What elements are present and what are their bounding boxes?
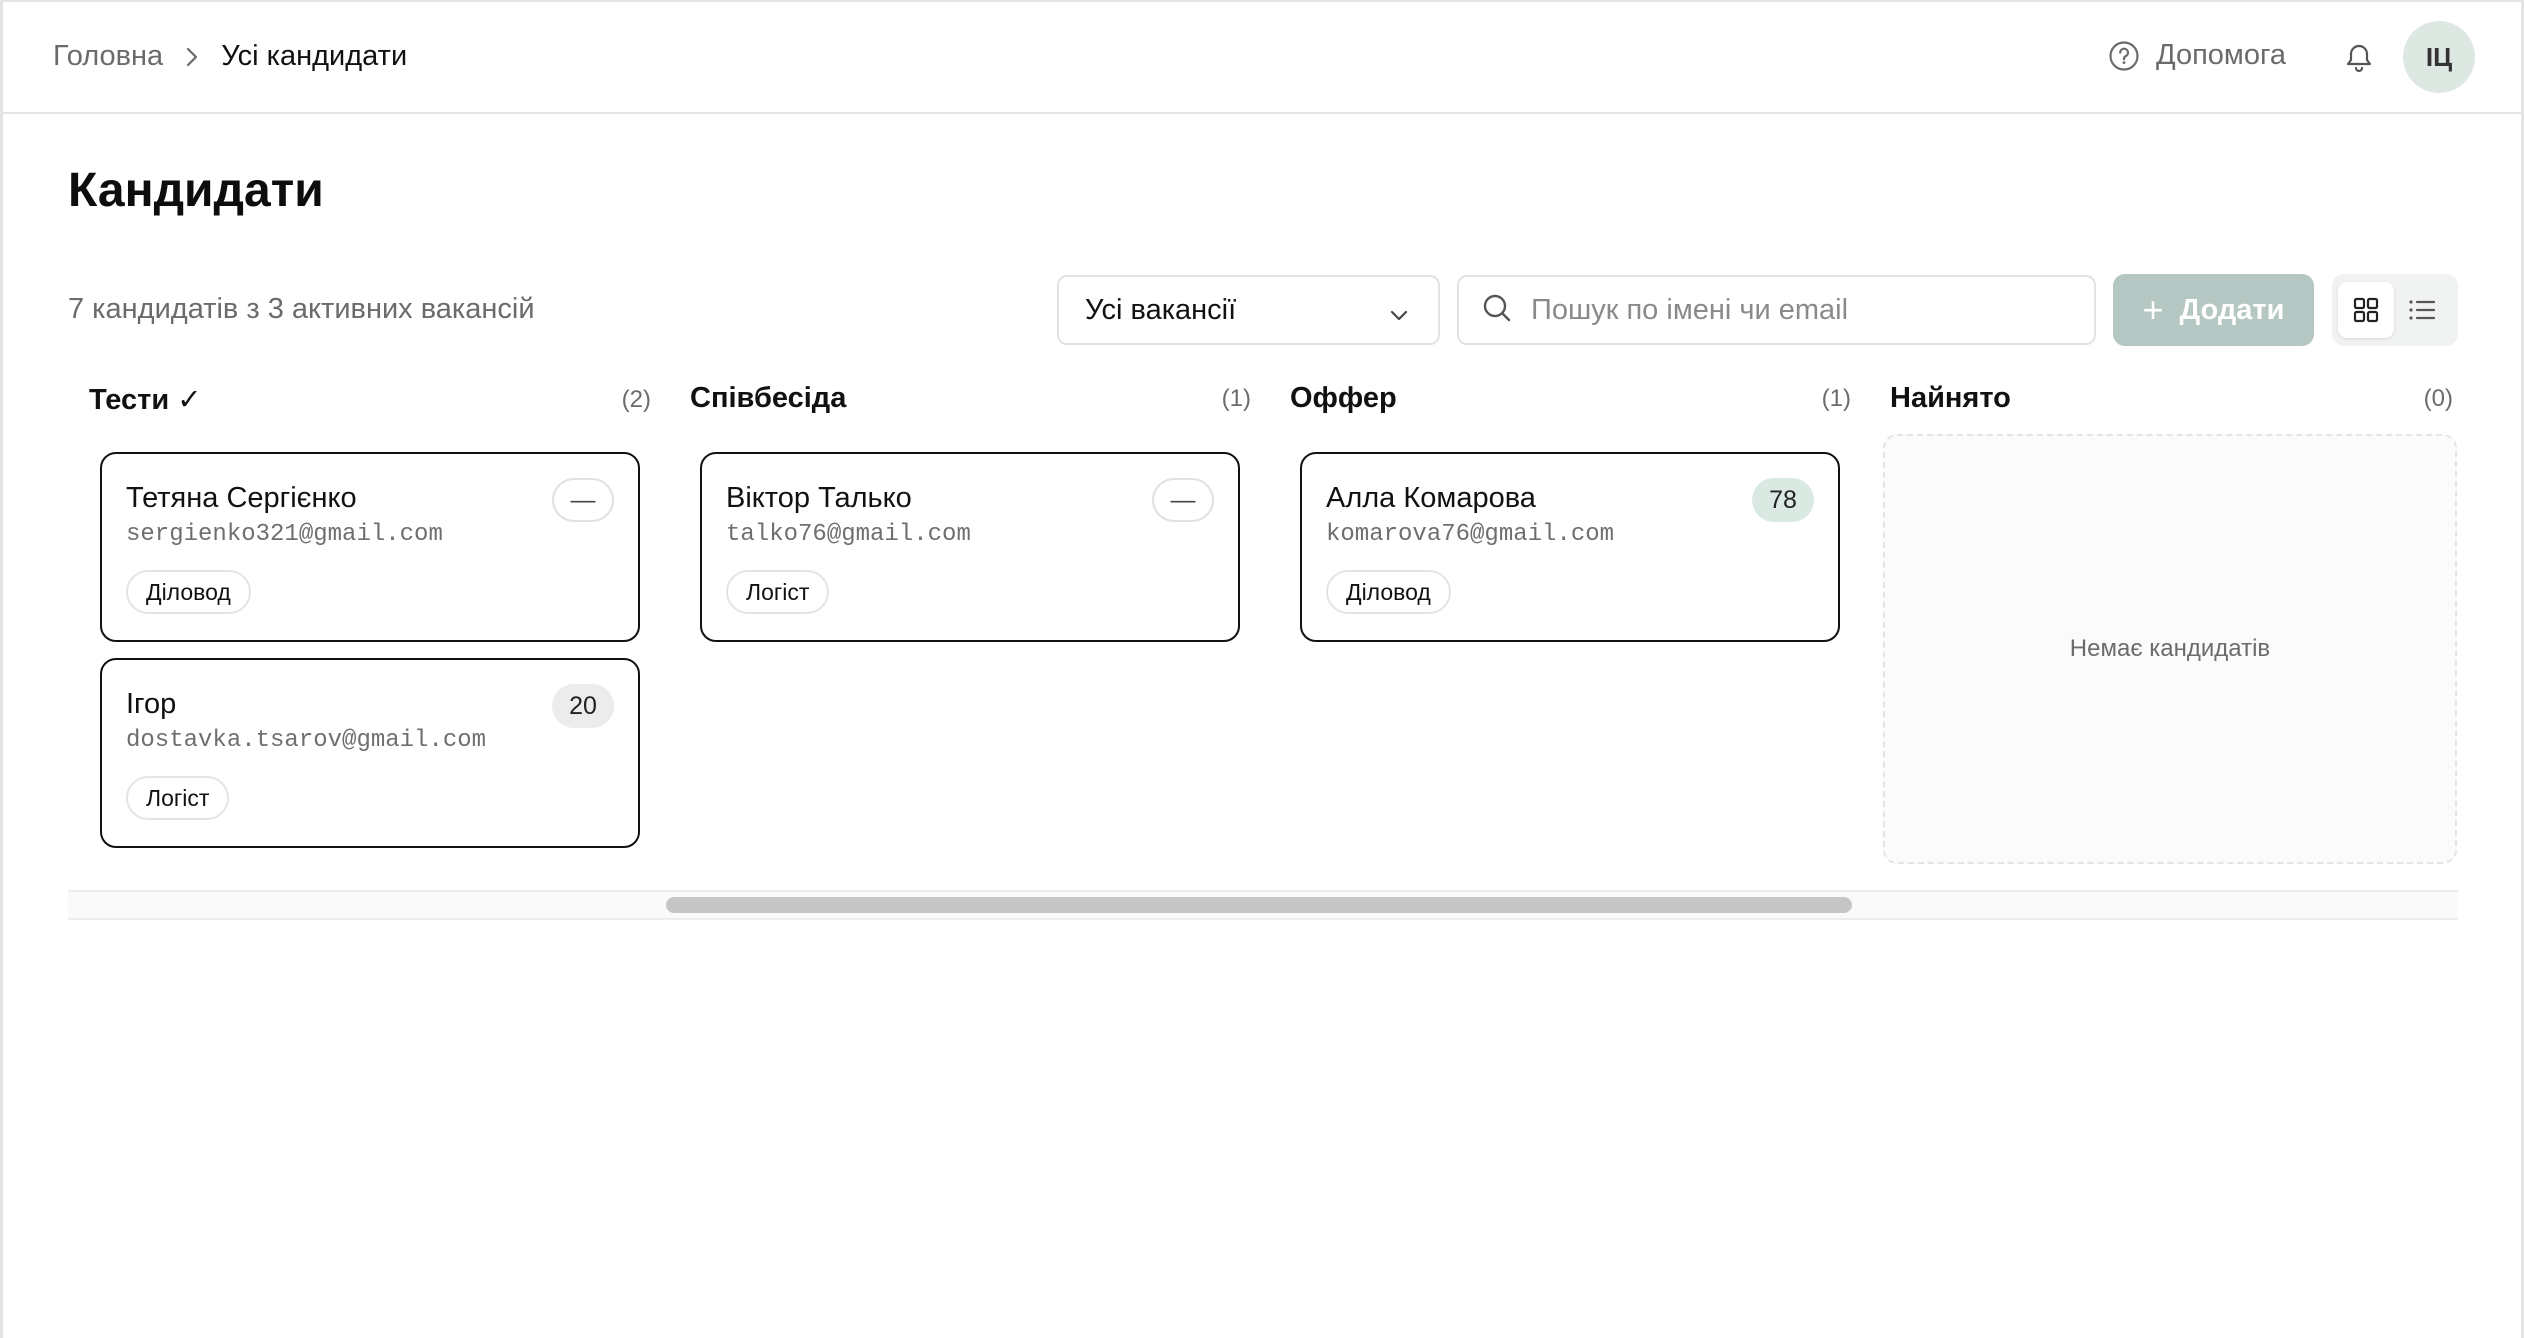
candidates-summary: 7 кандидатів з 3 активних вакансій: [68, 293, 535, 325]
vacancy-tag: Діловод: [1326, 570, 1451, 614]
grid-icon: [2353, 297, 2379, 323]
add-candidate-button[interactable]: + Додати: [2113, 274, 2314, 346]
help-label: Допомога: [2156, 39, 2287, 71]
vacancy-filter-value: Усі вакансії: [1085, 293, 1237, 326]
column-title: Співбесіда: [690, 382, 847, 414]
add-button-label: Додати: [2179, 293, 2285, 326]
vacancy-tag: Діловод: [126, 570, 251, 614]
horizontal-scrollbar-thumb[interactable]: [666, 897, 1852, 913]
candidate-name: Ігор: [126, 688, 177, 720]
help-link[interactable]: Допомога: [2108, 39, 2286, 72]
candidate-name: Віктор Талько: [726, 482, 912, 514]
search-input[interactable]: [1531, 293, 2071, 327]
column-count: (2): [621, 385, 651, 413]
help-circle-icon: [2109, 40, 2139, 71]
column-count: (1): [1221, 384, 1251, 412]
candidate-name: Тетяна Сергієнко: [126, 482, 357, 514]
candidate-email: dostavka.tsarov@gmail.com: [126, 727, 487, 754]
view-mode-toggle: [2332, 274, 2458, 346]
breadcrumb-current: Усі кандидати: [221, 40, 408, 72]
list-view-button[interactable]: [2394, 282, 2450, 338]
column-title: Тести ✓: [89, 384, 202, 416]
candidate-card[interactable]: Тетяна Сергієнко sergienko321@gmail.com …: [100, 452, 640, 642]
column-header-interview: Співбесіда (1): [690, 382, 1251, 415]
score-badge: 20: [552, 684, 614, 728]
column-header-hired: Найнято (0): [1890, 382, 2453, 415]
notifications-bell-icon[interactable]: [2343, 40, 2375, 79]
candidate-card[interactable]: Ігор dostavka.tsarov@gmail.com Логіст 20: [100, 658, 640, 848]
chevron-down-icon: [1388, 301, 1410, 334]
user-avatar[interactable]: ІЦ: [2403, 21, 2475, 93]
score-badge: —: [552, 478, 614, 522]
column-count: (0): [2423, 384, 2453, 412]
column-title: Найнято: [1890, 382, 2011, 414]
candidate-search: [1457, 275, 2096, 345]
column-count: (1): [1821, 384, 1851, 412]
candidate-name: Алла Комарова: [1326, 482, 1536, 514]
list-icon: [2409, 300, 2436, 320]
candidate-email: talko76@gmail.com: [726, 521, 971, 548]
score-badge: —: [1152, 478, 1214, 522]
candidate-email: komarova76@gmail.com: [1326, 521, 1615, 548]
search-icon: [1481, 292, 1513, 329]
plus-icon: +: [2142, 289, 2164, 330]
vacancy-filter-select[interactable]: Усі вакансії: [1057, 275, 1440, 345]
column-header-tests: Тести ✓ (2): [89, 382, 651, 417]
candidate-card[interactable]: Алла Комарова komarova76@gmail.com Ділов…: [1300, 452, 1840, 642]
chevron-right-icon: [185, 46, 199, 68]
breadcrumb-home-link[interactable]: Головна: [53, 40, 163, 73]
column-title: Оффер: [1290, 382, 1397, 414]
score-badge: 78: [1752, 478, 1814, 522]
top-bar: Головна Усі кандидати Допомога ІЦ: [3, 2, 2521, 114]
candidate-email: sergienko321@gmail.com: [126, 521, 443, 548]
grid-view-button[interactable]: [2338, 282, 2394, 338]
page-title: Кандидати: [68, 164, 324, 217]
vacancy-tag: Логіст: [726, 570, 830, 614]
empty-column-placeholder: Немає кандидатів: [1883, 434, 2457, 864]
column-header-offer: Оффер (1): [1290, 382, 1851, 415]
vacancy-tag: Логіст: [126, 776, 230, 820]
candidate-card[interactable]: Віктор Талько talko76@gmail.com Логіст —: [700, 452, 1240, 642]
breadcrumb: Головна Усі кандидати: [53, 40, 407, 73]
